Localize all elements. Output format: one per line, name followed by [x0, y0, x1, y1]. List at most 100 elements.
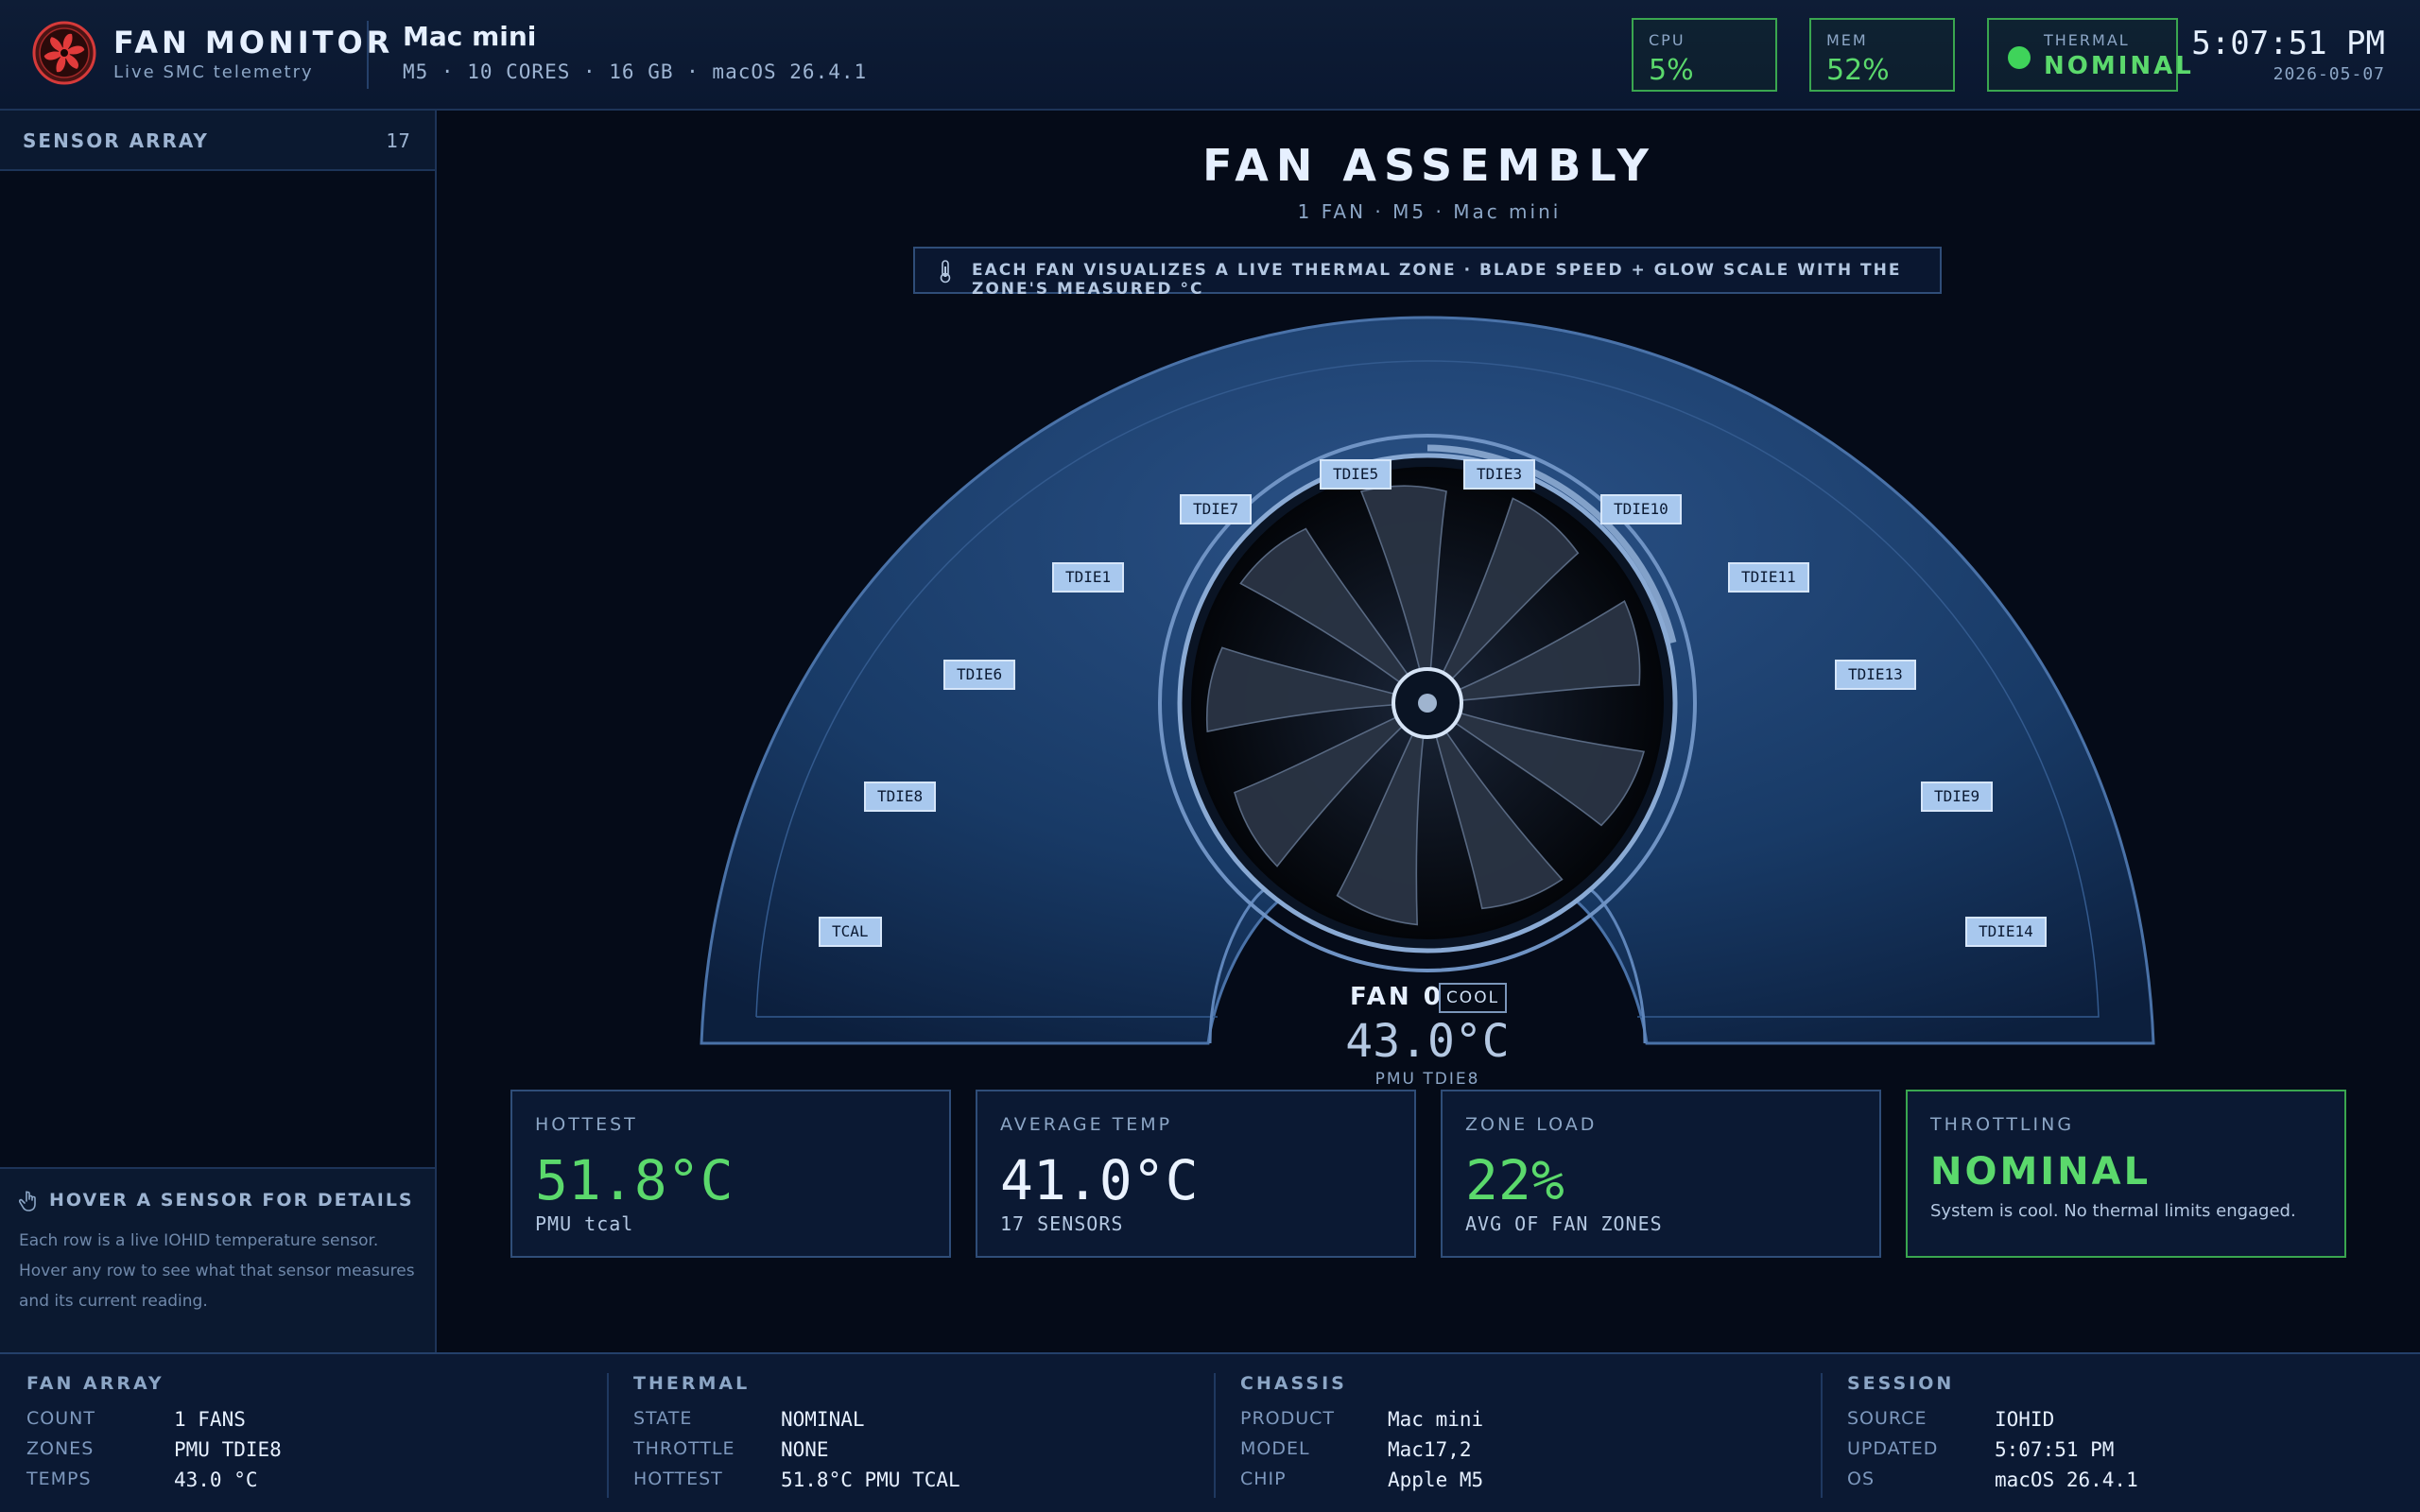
sensor-tag-tdie10[interactable]: TDIE10 [1600, 494, 1682, 524]
footer-key: SOURCE [1847, 1408, 1927, 1429]
footer-value: NOMINAL [781, 1408, 865, 1431]
hint-title: HOVER A SENSOR FOR DETAILS [49, 1190, 414, 1211]
clock-time: 5:07:51 PM [2191, 25, 2385, 62]
zone-load-label: ZONE LOAD [1465, 1114, 1598, 1135]
hottest-sensor: PMU tcal [535, 1212, 634, 1235]
mem-value: 52% [1826, 54, 1890, 87]
cpu-label: CPU [1649, 31, 1685, 49]
footer-key: THROTTLE [633, 1438, 735, 1459]
footer-key: ZONES [26, 1438, 95, 1459]
status-footer: FAN ARRAY COUNT 1 FANS ZONES PMU TDIE8 TEM… [0, 1352, 2420, 1512]
footer-row: MODEL Mac17,2 [1240, 1438, 1770, 1467]
footer-value: Mac17,2 [1388, 1438, 1472, 1461]
hottest-value: 51.8°C [535, 1148, 734, 1212]
footer-row: THROTTLE NONE [633, 1438, 1163, 1467]
throttling-note: System is cool. No thermal limits engage… [1930, 1201, 2296, 1221]
sensor-array-header: SENSOR ARRAY 17 [0, 111, 435, 171]
average-temp-card: AVERAGE TEMP 41.0°C 17 SENSORS [976, 1090, 1416, 1258]
footer-value: Apple M5 [1388, 1469, 1484, 1491]
sensor-tag-tdie5[interactable]: TDIE5 [1320, 459, 1392, 490]
device-specs: M5 · 10 CORES · 16 GB · macOS 26.4.1 [403, 60, 868, 83]
footer-row: PRODUCT Mac mini [1240, 1408, 1770, 1436]
brand-subtitle: Live SMC telemetry [113, 62, 314, 82]
footer-value: 1 FANS [174, 1408, 246, 1431]
sensor-tag-tdie8[interactable]: TDIE8 [864, 782, 937, 812]
throttling-value: NOMINAL [1930, 1150, 2152, 1194]
footer-key: CHIP [1240, 1469, 1287, 1489]
sensor-tag-tcal[interactable]: TCAL [819, 917, 882, 947]
cpu-value: 5% [1649, 54, 1694, 87]
footer-row: ZONES PMU TDIE8 [26, 1438, 556, 1467]
thermal-label: THERMAL [2044, 31, 2130, 49]
thermometer-icon [940, 260, 951, 284]
footer-thermal: THERMAL STATE NOMINAL THROTTLE NONE HOTTES… [607, 1354, 1212, 1512]
footer-fan-array: FAN ARRAY COUNT 1 FANS ZONES PMU TDIE8 TEM… [0, 1354, 605, 1512]
footer-key: OS [1847, 1469, 1876, 1489]
footer-row: STATE NOMINAL [633, 1408, 1163, 1436]
average-temp-sub: 17 SENSORS [1000, 1212, 1124, 1235]
cpu-stat: CPU 5% [1632, 18, 1777, 92]
footer-value: macOS 26.4.1 [1995, 1469, 2138, 1491]
throttling-card: THROTTLING NOMINAL System is cool. No th… [1906, 1090, 2346, 1258]
top-header: FAN MONITOR Live SMC telemetry Mac mini … [0, 0, 2420, 111]
hint-body: Each row is a live IOHID temperature sen… [19, 1231, 415, 1311]
footer-value: PMU TDIE8 [174, 1438, 282, 1461]
pointer-hand-icon [19, 1191, 36, 1211]
zone-load-card: ZONE LOAD 22% AVG OF FAN ZONES [1441, 1090, 1881, 1258]
fan-state-badge: COOL [1439, 983, 1507, 1013]
average-temp-value: 41.0°C [1000, 1148, 1199, 1212]
sensor-tag-tdie13[interactable]: TDIE13 [1835, 660, 1916, 690]
sensor-tag-tdie3[interactable]: TDIE3 [1463, 459, 1536, 490]
footer-chassis-title: CHASSIS [1240, 1373, 1347, 1394]
mem-stat: MEM 52% [1809, 18, 1955, 92]
sensor-tag-tdie7[interactable]: TDIE7 [1180, 494, 1253, 524]
average-temp-label: AVERAGE TEMP [1000, 1114, 1173, 1135]
footer-separator [1821, 1373, 1823, 1498]
throttling-label: THROTTLING [1930, 1114, 2075, 1135]
fan-name: FAN 0 [1350, 983, 1443, 1011]
page-title: FAN ASSEMBLY [1202, 140, 1656, 191]
fan-assembly-graphic[interactable] [681, 302, 2174, 1077]
sensor-tag-tdie14[interactable]: TDIE14 [1965, 917, 2047, 947]
footer-value: 5:07:51 PM [1995, 1438, 2115, 1461]
sensor-count: 17 [386, 129, 410, 152]
hottest-card: HOTTEST 51.8°C PMU tcal [510, 1090, 951, 1258]
fan-zone: PMU TDIE8 [1374, 1070, 1480, 1089]
footer-row: OS macOS 26.4.1 [1847, 1469, 2377, 1497]
footer-key: TEMPS [26, 1469, 92, 1489]
page-subtitle: 1 FAN · M5 · Mac mini [1297, 200, 1562, 223]
banner-text: EACH FAN VISUALIZES A LIVE THERMAL ZONE … [972, 261, 1902, 299]
thermal-stat: THERMAL NOMINAL [1987, 18, 2191, 92]
brand-title: FAN MONITOR [113, 25, 394, 60]
hottest-label: HOTTEST [535, 1114, 638, 1135]
sensor-tag-tdie6[interactable]: TDIE6 [943, 660, 1016, 690]
footer-key: STATE [633, 1408, 693, 1429]
sensor-array-title: SENSOR ARRAY [23, 129, 209, 152]
footer-separator [1214, 1373, 1216, 1498]
footer-value: NONE [781, 1438, 829, 1461]
footer-value: IOHID [1995, 1408, 2055, 1431]
footer-key: UPDATED [1847, 1438, 1939, 1459]
footer-key: MODEL [1240, 1438, 1310, 1459]
footer-row: SOURCE IOHID [1847, 1408, 2377, 1436]
device-name: Mac mini [403, 21, 537, 52]
hover-hint-panel: HOVER A SENSOR FOR DETAILS Each row is a… [0, 1167, 435, 1352]
footer-session: SESSION SOURCE IOHID UPDATED 5:07:51 PM OS… [1821, 1354, 2420, 1512]
sensor-tag-tdie9[interactable]: TDIE9 [1921, 782, 1994, 812]
zone-load-value: 22% [1465, 1148, 1564, 1212]
footer-separator [607, 1373, 609, 1498]
fan-temperature: 43.0°C [1345, 1015, 1510, 1068]
sensor-tag-tdie11[interactable]: TDIE11 [1728, 562, 1809, 593]
footer-row: TEMPS 43.0 °C [26, 1469, 556, 1497]
footer-row: HOTTEST 51.8°C PMU TCAL [633, 1469, 1163, 1497]
thermal-value: NOMINAL [2044, 52, 2194, 80]
footer-session-title: SESSION [1847, 1373, 1955, 1394]
footer-value: 43.0 °C [174, 1469, 258, 1491]
sensor-sidebar: SENSOR ARRAY 17 HOVER A SENSOR FOR DETAI… [0, 111, 437, 1352]
fan-hub-center [1418, 694, 1437, 713]
footer-key: PRODUCT [1240, 1408, 1336, 1429]
footer-key: HOTTEST [633, 1469, 723, 1489]
fan-logo-icon [32, 21, 96, 85]
sensor-tag-tdie1[interactable]: TDIE1 [1052, 562, 1125, 593]
footer-chassis: CHASSIS PRODUCT Mac mini MODEL Mac17,2 CHI… [1214, 1354, 1819, 1512]
